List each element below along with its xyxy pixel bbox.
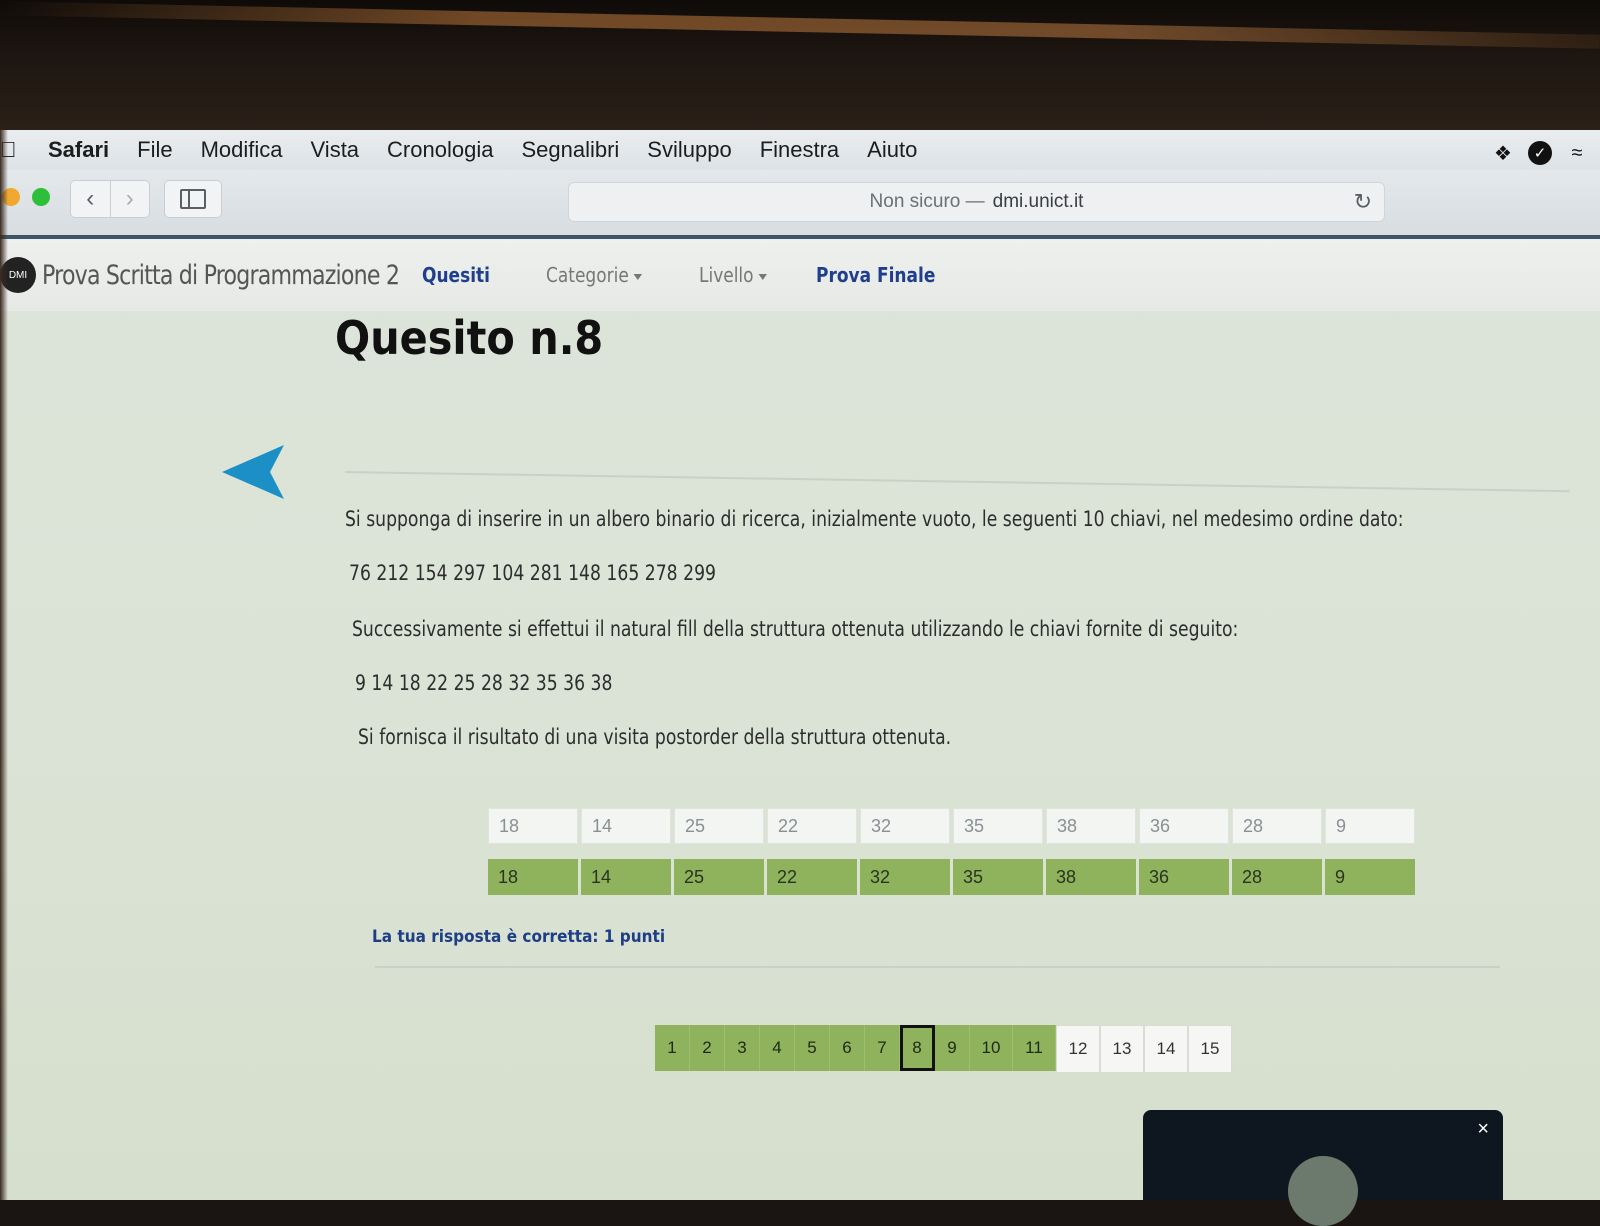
chevron-down-icon <box>759 273 768 280</box>
page-button-12[interactable]: 12 <box>1056 1025 1100 1073</box>
solution-cell: 28 <box>1232 859 1322 895</box>
page-button-3[interactable]: 3 <box>725 1025 760 1071</box>
solution-cell: 9 <box>1325 859 1415 895</box>
solution-cell: 14 <box>581 859 671 895</box>
answer-cell[interactable]: 38 <box>1046 808 1136 844</box>
question-text-3: Si fornisca il risultato di una visita p… <box>358 725 952 749</box>
answer-cell[interactable]: 32 <box>860 808 950 844</box>
solution-cell: 18 <box>488 859 578 895</box>
answer-cell[interactable]: 14 <box>581 808 671 844</box>
page-button-2[interactable]: 2 <box>690 1025 725 1071</box>
nav-categorie-label: Categorie <box>545 263 629 287</box>
question-pagination: 1 2 3 4 5 6 7 8 9 10 11 12 13 14 15 <box>655 1025 1232 1073</box>
web-page: DMI Prova Scritta di Programmazione 2 Qu… <box>0 239 1600 1200</box>
address-bar[interactable]: Non sicuro — dmi.unict.it ↻ <box>568 182 1385 222</box>
menu-file[interactable]: File <box>137 137 172 163</box>
menu-sviluppo[interactable]: Sviluppo <box>647 137 731 163</box>
solution-cell: 36 <box>1139 859 1229 895</box>
menu-aiuto[interactable]: Aiuto <box>867 137 917 163</box>
floating-video-popup: × <box>1143 1110 1503 1226</box>
dropbox-icon[interactable]: ❖ <box>1490 140 1516 166</box>
sidebar-toggle-button[interactable] <box>164 180 222 218</box>
page-button-8-current[interactable]: 8 <box>900 1025 935 1071</box>
solution-cell: 35 <box>953 859 1043 895</box>
page-button-13[interactable]: 13 <box>1100 1025 1144 1073</box>
reload-icon[interactable]: ↻ <box>1354 189 1372 215</box>
answer-cell[interactable]: 36 <box>1139 808 1229 844</box>
macos-menubar:  Safari File Modifica Vista Cronologia … <box>0 130 1600 170</box>
page-button-1[interactable]: 1 <box>655 1025 690 1071</box>
solution-cell: 25 <box>674 859 764 895</box>
avatar <box>1288 1156 1358 1226</box>
close-icon[interactable]: × <box>1477 1118 1489 1141</box>
chevron-down-icon <box>633 273 643 280</box>
answer-row: 18 14 25 22 32 35 38 36 28 9 <box>488 808 1418 844</box>
page-button-4[interactable]: 4 <box>760 1025 795 1071</box>
answer-cell[interactable]: 28 <box>1232 808 1322 844</box>
result-message: La tua risposta è corretta: 1 punti <box>372 927 666 947</box>
page-button-14[interactable]: 14 <box>1144 1025 1188 1073</box>
question-text-1: Si supponga di inserire in un albero bin… <box>345 507 1404 531</box>
solution-cell: 38 <box>1046 859 1136 895</box>
solution-cell: 32 <box>860 859 950 895</box>
menubar-extras: ❖ ✓ ≈ <box>1490 140 1590 166</box>
page-title: Quesito n.8 <box>335 311 604 365</box>
answer-cell[interactable]: 35 <box>953 808 1043 844</box>
answer-cell[interactable]: 25 <box>674 808 764 844</box>
solution-row: 18 14 25 22 32 35 38 36 28 9 <box>488 859 1418 895</box>
zoom-button[interactable] <box>32 188 50 206</box>
screen:  Safari File Modifica Vista Cronologia … <box>0 130 1600 1200</box>
menu-segnalibri[interactable]: Segnalibri <box>521 137 619 163</box>
menu-finestra[interactable]: Finestra <box>760 137 839 163</box>
menu-vista[interactable]: Vista <box>311 137 360 163</box>
page-button-9[interactable]: 9 <box>935 1025 970 1071</box>
nav-prova-finale[interactable]: Prova Finale <box>816 263 935 287</box>
check-circle-icon[interactable]: ✓ <box>1528 141 1552 165</box>
answer-cell[interactable]: 9 <box>1325 808 1415 844</box>
site-navbar: DMI Prova Scritta di Programmazione 2 Qu… <box>0 239 1600 311</box>
nav-categorie[interactable]: Categorie <box>545 263 643 287</box>
question-keys-2: 9 14 18 22 25 28 32 35 36 38 <box>355 671 613 695</box>
question-text-2: Successivamente si effettui il natural f… <box>352 617 1239 641</box>
menu-cronologia[interactable]: Cronologia <box>387 137 493 163</box>
back-button[interactable]: ‹ <box>71 181 110 217</box>
browser-toolbar: ‹ › Non sicuro — dmi.unict.it ↻ ❖ ✓ ≈ <box>0 141 1600 239</box>
forward-button[interactable]: › <box>109 181 150 217</box>
page-button-7[interactable]: 7 <box>865 1025 900 1071</box>
divider <box>375 966 1500 968</box>
page-button-6[interactable]: 6 <box>830 1025 865 1071</box>
page-button-11[interactable]: 11 <box>1013 1025 1056 1071</box>
monitor-edge <box>0 130 8 1200</box>
back-arrow-icon[interactable] <box>222 439 288 505</box>
answer-cell[interactable]: 22 <box>767 808 857 844</box>
nav-livello[interactable]: Livello <box>699 263 768 287</box>
page-button-10[interactable]: 10 <box>970 1025 1013 1071</box>
page-button-15[interactable]: 15 <box>1188 1025 1232 1073</box>
menu-app-safari[interactable]: Safari <box>48 137 109 163</box>
answer-cell[interactable]: 18 <box>488 808 578 844</box>
question-keys-1: 76 212 154 297 104 281 148 165 278 299 <box>349 561 716 585</box>
sidebar-icon <box>180 189 206 209</box>
history-nav: ‹ › <box>70 180 150 218</box>
divider <box>344 471 1570 493</box>
site-brand[interactable]: Prova Scritta di Programmazione 2 <box>42 260 400 291</box>
url-host: dmi.unict.it <box>992 191 1084 212</box>
menu-modifica[interactable]: Modifica <box>201 137 283 163</box>
page-button-5[interactable]: 5 <box>795 1025 830 1071</box>
nav-livello-label: Livello <box>699 263 754 287</box>
security-label: Non sicuro — <box>869 191 985 212</box>
solution-cell: 22 <box>767 859 857 895</box>
nav-quesiti[interactable]: Quesiti <box>422 263 490 287</box>
creative-cloud-icon[interactable]: ≈ <box>1564 140 1590 166</box>
